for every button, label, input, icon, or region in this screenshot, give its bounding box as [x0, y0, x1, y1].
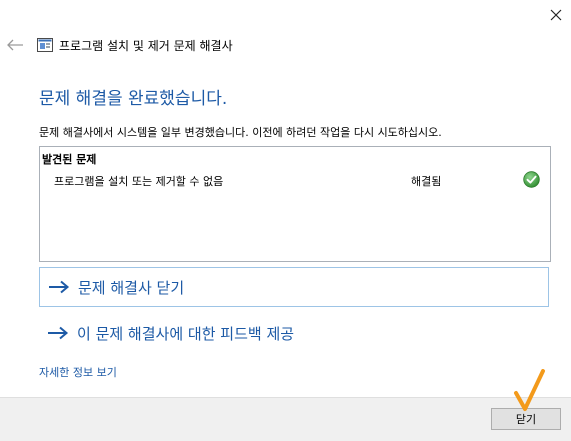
arrow-right-icon	[48, 326, 69, 340]
window-title: 프로그램 설치 및 제거 문제 해결사	[59, 39, 233, 53]
page-description: 문제 해결사에서 시스템을 일부 변경했습니다. 이전에 하려던 작업을 다시 …	[39, 126, 442, 139]
checkmark-pointer-icon	[514, 369, 545, 411]
troubleshooter-app-icon	[37, 38, 53, 52]
problems-found-panel: 발견된 문제 프로그램을 설치 또는 제거할 수 없음 해결됨	[39, 146, 551, 262]
feedback-label: 이 문제 해결사에 대한 피드백 제공	[77, 324, 295, 343]
back-arrow-icon[interactable]	[6, 38, 24, 52]
problem-name: 프로그램을 설치 또는 제거할 수 없음	[54, 175, 224, 188]
close-troubleshooter-label: 문제 해결사 닫기	[78, 278, 185, 297]
title-bar: 프로그램 설치 및 제거 문제 해결사	[0, 30, 571, 60]
view-details-link[interactable]: 자세한 정보 보기	[39, 364, 117, 380]
footer-bar: 닫기	[0, 397, 571, 441]
arrow-right-icon	[49, 280, 70, 294]
problem-row: 프로그램을 설치 또는 제거할 수 없음 해결됨	[40, 171, 550, 191]
feedback-link[interactable]: 이 문제 해결사에 대한 피드백 제공	[39, 313, 549, 353]
problems-header: 발견된 문제	[42, 153, 97, 166]
close-icon	[550, 9, 562, 21]
check-icon	[523, 171, 540, 188]
close-troubleshooter-link[interactable]: 문제 해결사 닫기	[39, 267, 549, 307]
close-window-button[interactable]	[543, 2, 569, 28]
page-heading: 문제 해결을 완료했습니다.	[39, 89, 228, 109]
problem-status: 해결됨	[411, 175, 442, 188]
